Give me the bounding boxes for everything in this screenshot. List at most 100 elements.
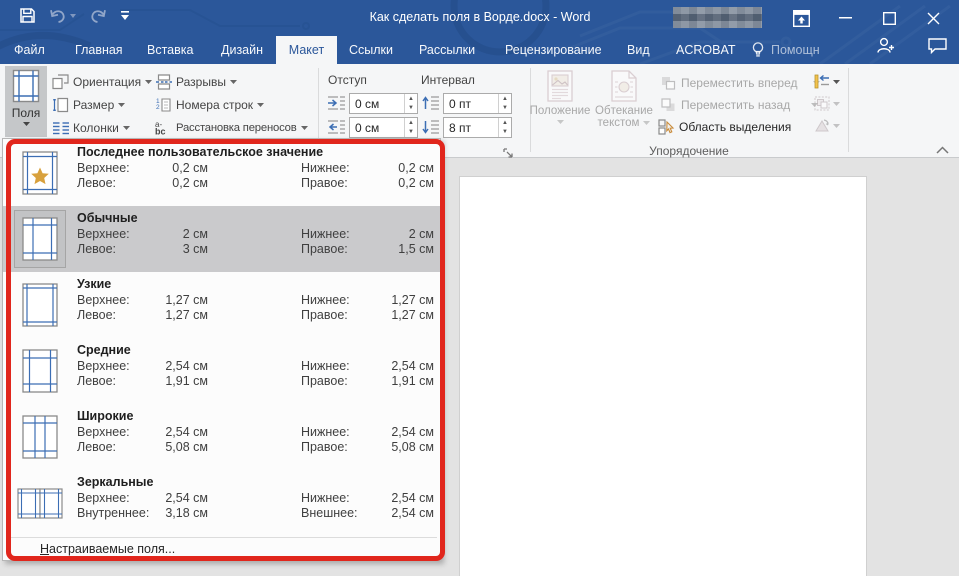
wrap-text-icon [611,70,637,102]
margin-preset-normal-selected[interactable]: Обычные Верхнее: 2 см Нижнее: 2 см Левое: 3… [3,206,440,272]
tab-view[interactable]: Вид [627,36,650,64]
preset-title: Широкие [77,409,134,423]
margin-preset-icon [14,144,66,202]
page-size-icon [52,96,69,113]
spacing-after-field[interactable]: 8 пт ▲ ▼ [443,117,512,138]
minimize-button[interactable] [830,0,860,36]
wrap-text-button: Обтекание текстом [592,70,656,129]
margin-preset-last-custom[interactable]: Последнее пользовательское значение Верх… [3,140,440,206]
dropdown-arrow-icon [118,102,126,107]
spinner-buttons[interactable]: ▲ ▼ [498,94,511,113]
margin-preset-icon [14,474,66,532]
bring-forward-button: Переместить вперед [660,74,821,91]
spinner-buttons[interactable]: ▲ ▼ [404,118,417,137]
dropdown-arrow-icon [229,79,237,84]
rotate-objects-button [814,118,840,133]
customize-qat-icon[interactable] [121,11,129,20]
orientation-icon [52,73,69,90]
titlebar: Как сделать поля в Ворде.docx - Word [0,0,959,36]
spin-up-icon[interactable]: ▲ [499,94,511,104]
tab-review[interactable]: Рецензирование [505,36,602,64]
group-objects-icon [814,96,830,111]
dropdown-arrow-icon [833,101,840,106]
margins-button[interactable]: Поля [5,66,47,137]
dropdown-arrow-icon [556,120,564,124]
margin-preset-moderate[interactable]: Средние Верхнее: 2,54 см Нижнее: 2,54 см Л… [3,338,440,404]
margin-preset-wide[interactable]: Широкие Верхнее: 2,54 см Нижнее: 2,54 см Л… [3,404,440,470]
line-numbers-button[interactable]: 12 Номера строк [155,96,265,113]
hyphenation-icon: a-bc [155,119,172,136]
share-contact-icon[interactable] [876,36,896,64]
margin-preset-icon [14,342,66,400]
margin-preset-icon [14,276,66,334]
spacing-before-icon [421,94,439,112]
spin-down-icon[interactable]: ▼ [499,128,511,138]
close-button[interactable] [918,0,948,36]
word-window: Как сделать поля в Ворде.docx - Word Фай… [0,0,959,576]
line-numbers-icon: 12 [155,96,172,113]
lightbulb-icon [752,42,764,57]
selection-pane-icon [658,118,675,135]
columns-button[interactable]: Колонки [52,119,130,136]
menu-separator [6,537,437,538]
tab-help[interactable]: Помощн [752,36,820,64]
maximize-button[interactable] [874,0,904,36]
spin-up-icon[interactable]: ▲ [405,118,417,128]
header: Как сделать поля в Ворде.docx - Word Фай… [0,0,959,64]
tab-references[interactable]: Ссылки [349,36,393,64]
preset-title: Средние [77,343,131,357]
spin-down-icon[interactable]: ▼ [499,104,511,114]
margins-icon [12,69,40,103]
group-objects-button [814,96,840,111]
orientation-button[interactable]: Ориентация [52,73,153,90]
spacing-before-field[interactable]: 0 пт ▲ ▼ [443,93,512,114]
breaks-button[interactable]: Разрывы [155,73,237,90]
margin-preset-narrow[interactable]: Узкие Верхнее: 1,27 см Нижнее: 1,27 см Лев… [3,272,440,338]
indent-right-field[interactable]: 0 см ▲ ▼ [349,117,418,138]
hyphenation-button[interactable]: a-bc Расстановка переносов [155,119,308,136]
spacing-group-label: Интервал [421,73,475,87]
comments-icon[interactable] [928,36,947,64]
margin-preset-icon [14,210,66,268]
tab-mailings[interactable]: Рассылки [419,36,475,64]
tab-design[interactable]: Дизайн [221,36,263,64]
position-button: Положение [530,70,590,124]
spinner-buttons[interactable]: ▲ ▼ [404,94,417,113]
tab-file[interactable]: Файл [14,36,45,64]
preset-title: Обычные [77,211,138,225]
send-backward-button: Переместить назад [660,96,819,113]
selection-pane-button[interactable]: Область выделения [658,118,791,135]
tab-home[interactable]: Главная [75,36,123,64]
custom-margins-item[interactable]: Настраиваемые поля... [3,539,440,560]
dropdown-arrow-icon [22,122,30,126]
ribbon-display-options-button[interactable] [789,0,813,36]
spin-up-icon[interactable]: ▲ [499,118,511,128]
tab-acrobat[interactable]: ACROBAT [676,36,736,64]
redo-icon[interactable] [91,9,106,23]
spacing-after-icon [421,118,439,136]
indent-group-label: Отступ [328,73,367,87]
size-button[interactable]: Размер [52,96,126,113]
save-icon[interactable] [20,8,35,23]
collapse-ribbon-icon[interactable] [936,143,949,157]
document-page[interactable] [459,176,867,576]
spinner-buttons[interactable]: ▲ ▼ [498,118,511,137]
tab-insert[interactable]: Вставка [147,36,193,64]
undo-icon[interactable] [50,9,76,23]
rotate-icon [815,119,829,132]
quick-access-toolbar [20,8,129,23]
spin-down-icon[interactable]: ▼ [405,104,417,114]
window-title: Как сделать поля в Ворде.docx - Word [369,10,591,24]
indent-left-field[interactable]: 0 см ▲ ▼ [349,93,418,114]
spin-up-icon[interactable]: ▲ [405,94,417,104]
indent-right-icon [327,118,345,136]
dropdown-arrow-icon [122,125,130,130]
margin-preset-mirrored[interactable]: Зеркальные Верхнее: 2,54 см Нижнее: 2,54 с… [3,470,440,536]
spin-down-icon[interactable]: ▼ [405,128,417,138]
blurred-account-name [673,7,762,28]
svg-text:2: 2 [156,104,160,111]
arrange-group-label: Упорядочение [649,144,729,158]
tab-layout-active[interactable]: Макет [276,36,337,64]
preset-title: Зеркальные [77,475,154,489]
dropdown-arrow-icon [145,79,153,84]
